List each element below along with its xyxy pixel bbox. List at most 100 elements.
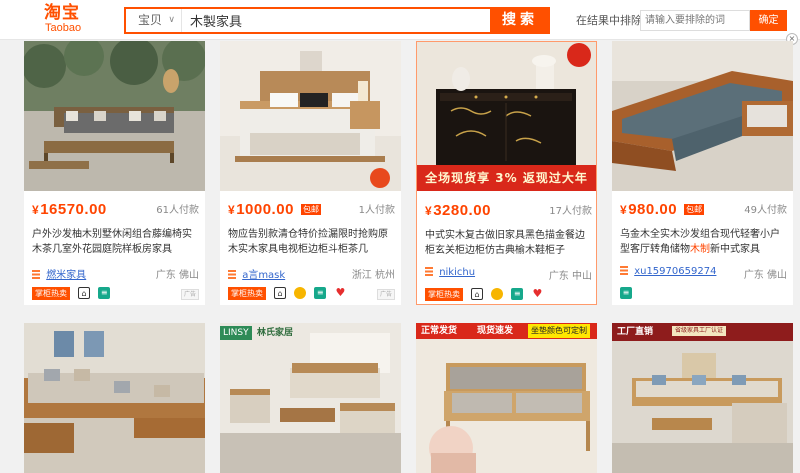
product-image-bed[interactable] xyxy=(220,41,401,191)
product-image-cabinet[interactable]: 全场现货享 3% 返现过大年 xyxy=(417,42,596,191)
logo-chinese: 淘宝 xyxy=(44,3,80,23)
normal-shipping-tag: 正常发货 xyxy=(421,326,458,336)
price-row: ¥980.00 包邮 49人付款 xyxy=(620,199,787,218)
green-service-icon: ≡ xyxy=(314,287,327,299)
shop-name-link[interactable]: 燃米家具 xyxy=(46,270,86,281)
product-image-l-sofa[interactable]: 工厂直销 省级家具工厂认证 xyxy=(612,323,793,473)
price: ¥16570.00 xyxy=(32,201,107,218)
free-shipping-badge: 包邮 xyxy=(301,204,322,215)
shop-name-link[interactable]: a言mask xyxy=(242,270,285,281)
product-card-4[interactable]: ¥980.00 包邮 49人付款 乌金木全实木沙发组合现代轻奢小户型客厅转角储物… xyxy=(612,41,793,305)
location: 广东 中山 xyxy=(548,271,592,282)
search-button[interactable]: 搜索 xyxy=(490,7,550,34)
shop-icon xyxy=(32,270,40,279)
shield-icon: ⌂ xyxy=(471,288,484,300)
fast-shipping-tag: 现货速发 xyxy=(477,326,514,336)
shop-icon xyxy=(425,267,433,276)
product-card-7[interactable]: 正常发货 现货速发 坐垫颜色可定制 xyxy=(416,323,597,473)
location: 广东 佛山 xyxy=(155,270,199,281)
title-text: 中式实木复古做旧家具黑色描金餐边柜玄关柜边柜仿古典榆木鞋柜子 xyxy=(425,230,585,256)
price-value: 1000.00 xyxy=(236,201,294,218)
product-image-wood-sofa[interactable]: 正常发货 现货速发 坐垫颜色可定制 xyxy=(416,323,597,473)
product-card-3[interactable]: 全场现货享 3% 返现过大年 ¥3280.00 17人付款 中式实木复古做旧家具… xyxy=(416,41,597,305)
ad-tag: 广告 xyxy=(181,289,199,300)
title-keyword: 木制 xyxy=(690,244,710,255)
confirm-button[interactable]: 确定 xyxy=(750,10,787,31)
badge-row: 掌柜热卖 ⌂ ≡ xyxy=(32,287,199,302)
heart-icon: ♥ xyxy=(334,286,347,299)
linsy-brand-tag: LINSY xyxy=(220,326,252,340)
exclude-input[interactable] xyxy=(640,10,750,31)
gold-medal-icon xyxy=(294,287,307,299)
shop-icon xyxy=(228,270,236,279)
product-title[interactable]: 物应告别款清仓特价捡漏限时抢购原木实木家具电视柜边柜斗柜茶几 xyxy=(228,227,395,257)
location: 浙江 杭州 xyxy=(351,270,395,281)
price-row: ¥3280.00 17人付款 xyxy=(425,200,592,219)
product-image-outdoor-sofa[interactable] xyxy=(24,41,205,191)
shop-icon xyxy=(620,266,628,275)
promo-banner: 全场现货享 3% 返现过大年 xyxy=(417,165,596,191)
free-shipping-badge: 包邮 xyxy=(684,204,705,215)
sales-count: 61人付款 xyxy=(156,205,199,216)
price-value: 16570.00 xyxy=(40,201,107,218)
product-image-sectional-sofa[interactable] xyxy=(612,41,793,191)
factory-cert-tag: 省级家具工厂认证 xyxy=(672,326,727,336)
zhanggui-badge: 掌柜热卖 xyxy=(32,287,70,300)
product-title[interactable]: 户外沙发柚木别墅休闲组合藤编椅实木茶几室外花园庭院样板房家具 xyxy=(32,227,199,257)
chevron-down-icon: ∨ xyxy=(168,15,175,25)
title-text: 户外沙发柚木别墅休闲组合藤编椅实木茶几室外花园庭院样板房家具 xyxy=(32,229,192,255)
product-card-2[interactable]: ¥1000.00 包邮 1人付款 物应告别款清仓特价捡漏限时抢购原木实木家具电视… xyxy=(220,41,401,305)
product-card-1[interactable]: ¥16570.00 61人付款 户外沙发柚木别墅休闲组合藤编椅实木茶几室外花园庭… xyxy=(24,41,205,305)
location: 广东 佛山 xyxy=(743,270,787,281)
zhanggui-badge: 掌柜热卖 xyxy=(228,287,266,300)
product-image-living-room-set[interactable]: LINSY 林氏家居 xyxy=(220,323,401,473)
search-box: 宝贝 ∨ 搜索 xyxy=(124,7,550,34)
exclude-label: 在结果中排除 xyxy=(576,14,642,27)
sales-count: 49人付款 xyxy=(744,205,787,216)
price-value: 980.00 xyxy=(628,201,678,218)
gold-medal-icon xyxy=(491,288,504,300)
logo-english: Taobao xyxy=(45,22,82,34)
factory-direct-tag: 工厂直销 xyxy=(617,327,654,337)
search-category-select[interactable]: 宝贝 ∨ xyxy=(126,9,182,32)
product-card-8[interactable]: 工厂直销 省级家具工厂认证 xyxy=(612,323,793,473)
title-text: 物应告别款清仓特价捡漏限时抢购原木实木家具电视柜边柜斗柜茶几 xyxy=(228,229,388,255)
price-value: 3280.00 xyxy=(433,202,491,219)
search-header: 淘宝 Taobao 宝贝 ∨ 搜索 在结果中排除 确定 xyxy=(0,0,800,40)
shop-row: nikichu 广东 中山 xyxy=(425,267,592,282)
search-input[interactable] xyxy=(182,9,490,32)
shield-icon: ⌂ xyxy=(78,287,91,299)
shield-icon: ⌂ xyxy=(274,287,287,299)
green-service-icon: ≡ xyxy=(511,288,524,300)
product-image-corner-sofa[interactable] xyxy=(24,323,205,473)
zhanggui-badge: 掌柜热卖 xyxy=(425,288,463,301)
shop-row: xu15970659274 广东 佛山 xyxy=(620,266,787,281)
sales-count: 1人付款 xyxy=(358,205,395,216)
taobao-logo[interactable]: 淘宝 Taobao xyxy=(44,4,104,36)
badge-row: 掌柜热卖 ⌂ ≡ ♥ xyxy=(425,288,592,303)
price: ¥980.00 xyxy=(620,201,678,218)
ad-tag: 广告 xyxy=(377,289,395,300)
title-text-tail: 新中式家具 xyxy=(710,244,760,255)
shop-row: 燃米家具 广东 佛山 xyxy=(32,266,199,281)
sales-count: 17人付款 xyxy=(549,206,592,217)
product-title[interactable]: 乌金木全实木沙发组合现代轻奢小户型客厅转角储物木制新中式家具 xyxy=(620,227,787,257)
custom-color-tag: 坐垫颜色可定制 xyxy=(528,324,590,338)
price: ¥1000.00 xyxy=(228,201,294,218)
search-category-label: 宝贝 xyxy=(138,13,163,27)
product-card-5[interactable] xyxy=(24,323,205,473)
green-service-icon: ≡ xyxy=(620,287,632,299)
shop-name-link[interactable]: xu15970659274 xyxy=(634,266,716,277)
product-card-6[interactable]: LINSY 林氏家居 xyxy=(220,323,401,473)
badge-row: 掌柜热卖 ⌂ ≡ ♥ xyxy=(228,287,395,302)
price: ¥3280.00 xyxy=(425,202,491,219)
heart-icon: ♥ xyxy=(531,287,544,300)
badge-row: ≡ xyxy=(620,287,787,302)
price-row: ¥1000.00 包邮 1人付款 xyxy=(228,199,395,218)
green-service-icon: ≡ xyxy=(98,287,111,299)
shop-name-link[interactable]: nikichu xyxy=(439,267,475,278)
shop-row: a言mask 浙江 杭州 xyxy=(228,266,395,281)
linsy-name-tag: 林氏家居 xyxy=(257,328,294,338)
price-row: ¥16570.00 61人付款 xyxy=(32,199,199,218)
product-title[interactable]: 中式实木复古做旧家具黑色描金餐边柜玄关柜边柜仿古典榆木鞋柜子 xyxy=(425,228,592,258)
